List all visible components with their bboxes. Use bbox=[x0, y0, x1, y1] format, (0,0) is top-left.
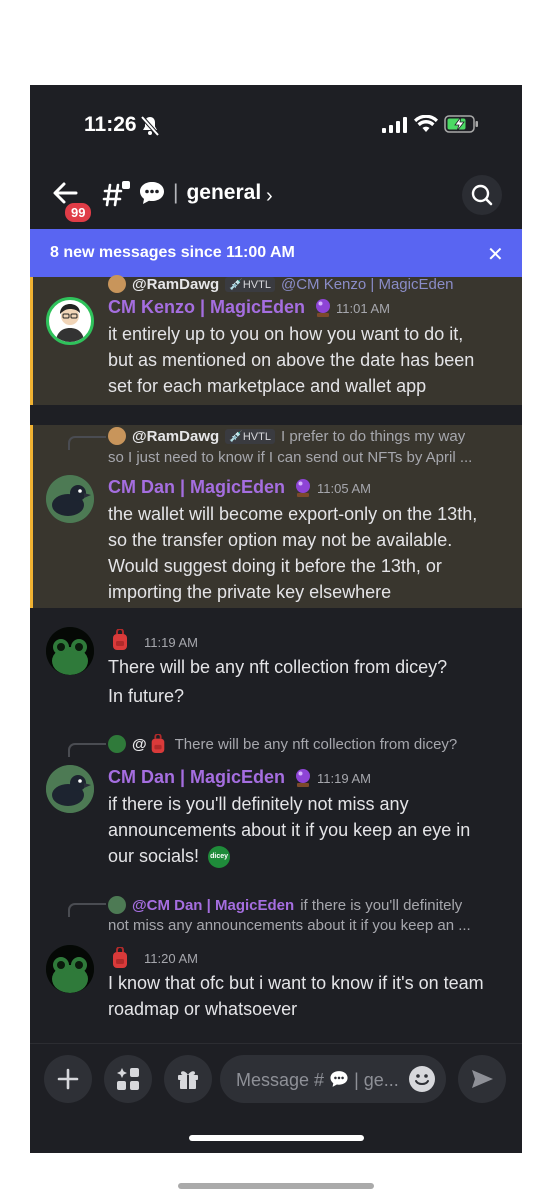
crystal-ball-icon bbox=[316, 298, 331, 317]
backpack-icon bbox=[113, 629, 127, 650]
reply-connector bbox=[68, 436, 106, 450]
reply-connector bbox=[68, 903, 106, 917]
message-user-question[interactable]: 11:19 AM There will be any nft collectio… bbox=[30, 625, 522, 715]
search-button[interactable] bbox=[462, 175, 502, 215]
crystal-ball-icon bbox=[296, 478, 311, 497]
clock: 11:26 bbox=[84, 113, 137, 136]
speech-bubble-icon bbox=[140, 182, 164, 204]
reply-avatar bbox=[108, 735, 126, 753]
reply-text-continued: so I just need to know if I can send out… bbox=[108, 449, 473, 466]
avatar[interactable] bbox=[46, 765, 94, 813]
apps-button[interactable] bbox=[104, 1055, 152, 1103]
role-tag: 💉HVTL bbox=[225, 276, 275, 292]
author-name[interactable]: CM Dan | MagicEden bbox=[108, 477, 313, 498]
crystal-ball-icon bbox=[296, 768, 311, 787]
frog-avatar-icon bbox=[46, 627, 94, 675]
gift-button[interactable] bbox=[164, 1055, 212, 1103]
message-body: if there is you'll definitely not miss a… bbox=[108, 791, 470, 869]
status-bar: 11:26 bbox=[30, 85, 522, 165]
message-dan-2[interactable]: @ There will be any nft collection from … bbox=[30, 733, 522, 883]
author-name[interactable]: CM Kenzo | MagicEden bbox=[108, 297, 333, 318]
reply-avatar bbox=[108, 275, 126, 293]
reply-preview[interactable]: @RamDawg 💉HVTL I prefer to do things my … bbox=[108, 426, 465, 446]
duck-avatar-icon bbox=[46, 475, 94, 523]
message-kenzo[interactable]: @RamDawg 💉HVTL @CM Kenzo | MagicEden CM … bbox=[30, 274, 522, 405]
discord-app: 11:26 99 | general › 8 new messages sinc… bbox=[30, 85, 522, 1153]
channel-header: 99 | general › bbox=[30, 165, 522, 229]
speech-bubble-icon bbox=[330, 1071, 348, 1087]
plus-icon bbox=[57, 1068, 79, 1090]
chevron-right-icon[interactable]: › bbox=[266, 185, 273, 208]
close-icon[interactable]: ✕ bbox=[487, 242, 504, 267]
role-tag: 💉HVTL bbox=[225, 428, 275, 444]
timestamp: 11:05 AM bbox=[317, 481, 371, 496]
dicey-emoji-icon: dicey bbox=[208, 846, 231, 869]
message-dan-1[interactable]: @RamDawg 💉HVTL I prefer to do things my … bbox=[30, 425, 522, 608]
timestamp: 11:19 AM bbox=[144, 635, 198, 650]
reply-text: I prefer to do things my way bbox=[280, 427, 466, 445]
reply-preview[interactable]: @RamDawg 💉HVTL @CM Kenzo | MagicEden bbox=[108, 274, 454, 294]
send-button[interactable] bbox=[458, 1055, 506, 1103]
reply-preview[interactable]: @ There will be any nft collection from … bbox=[108, 734, 457, 754]
reply-username: @ bbox=[132, 735, 147, 753]
avatar[interactable] bbox=[46, 297, 94, 345]
backpack-icon bbox=[151, 734, 164, 753]
reply-text: if there is you'll definitely bbox=[300, 896, 463, 914]
frog-avatar-icon bbox=[46, 945, 94, 993]
channel-name[interactable]: | general bbox=[173, 181, 261, 205]
reply-username: @RamDawg bbox=[132, 275, 220, 293]
home-indicator bbox=[189, 1135, 364, 1141]
message-body: it entirely up to you on how you want to… bbox=[108, 324, 475, 396]
timestamp: 11:01 AM bbox=[336, 301, 390, 316]
new-messages-text: 8 new messages since 11:00 AM bbox=[50, 244, 295, 261]
gift-icon bbox=[178, 1071, 198, 1089]
timestamp: 11:20 AM bbox=[144, 951, 198, 966]
search-icon bbox=[471, 184, 493, 206]
message-body: I know that ofc but i want to know if it… bbox=[108, 973, 484, 1019]
battery-charging-icon bbox=[444, 115, 478, 133]
new-messages-banner[interactable]: 8 new messages since 11:00 AM ✕ bbox=[30, 229, 522, 277]
backpack-icon bbox=[113, 947, 127, 968]
apps-icon bbox=[117, 1068, 139, 1090]
outer-home-indicator bbox=[178, 1183, 374, 1189]
reply-text: There will be any nft collection from di… bbox=[174, 735, 458, 753]
reply-connector bbox=[68, 743, 106, 757]
message-input[interactable]: Message # | ge... bbox=[220, 1055, 446, 1103]
message-body: There will be any nft collection from di… bbox=[108, 657, 448, 706]
reply-avatar bbox=[108, 427, 126, 445]
avatar[interactable] bbox=[46, 475, 94, 523]
muted-bell-icon bbox=[140, 115, 160, 137]
emoji-icon[interactable] bbox=[408, 1065, 436, 1093]
reply-username: @CM Dan | MagicEden bbox=[132, 896, 295, 914]
timestamp: 11:19 AM bbox=[317, 771, 371, 786]
add-attachment-button[interactable] bbox=[44, 1055, 92, 1103]
avatar[interactable] bbox=[46, 627, 94, 675]
reply-text-continued: not miss any announcements about it if y… bbox=[108, 917, 471, 934]
signal-icon bbox=[382, 117, 407, 133]
unread-badge: 99 bbox=[63, 201, 94, 224]
reply-avatar bbox=[108, 896, 126, 914]
reply-username: @RamDawg bbox=[132, 427, 220, 445]
duck-avatar-icon bbox=[46, 765, 94, 813]
reply-text: @CM Kenzo | MagicEden bbox=[280, 275, 454, 293]
kenzo-avatar-icon bbox=[56, 304, 84, 342]
reply-preview[interactable]: @CM Dan | MagicEden if there is you'll d… bbox=[108, 895, 462, 915]
message-placeholder: Message # | ge... bbox=[236, 1070, 399, 1090]
wifi-icon bbox=[414, 115, 438, 132]
message-body: the wallet will become export-only on th… bbox=[108, 504, 478, 602]
channel-thread-hash-icon bbox=[102, 181, 130, 207]
author-name[interactable]: CM Dan | MagicEden bbox=[108, 767, 313, 788]
message-user-followup[interactable]: @CM Dan | MagicEden if there is you'll d… bbox=[30, 893, 522, 1033]
send-icon bbox=[472, 1070, 493, 1088]
avatar[interactable] bbox=[46, 945, 94, 993]
